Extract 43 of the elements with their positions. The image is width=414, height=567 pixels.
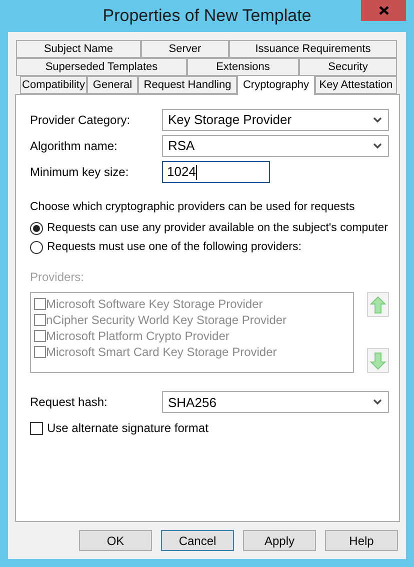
tab[interactable]: Key Attestation [315,76,397,94]
tab[interactable]: Server [141,40,229,58]
up-arrow-icon [370,296,386,314]
provider-label: Microsoft Platform Crypto Provider [46,328,230,346]
close-icon [378,6,388,15]
text-field[interactable]: 1024 [162,161,270,183]
tab[interactable]: Superseded Templates [16,58,187,76]
dropdown-field[interactable]: Key Storage Provider [162,109,389,131]
field-label: Provider Category: [30,112,132,129]
dropdown-field[interactable]: SHA256 [162,391,389,414]
checkbox-label: Use alternate signature format [47,420,208,438]
providers-label: Providers: [30,269,86,286]
down-arrow-icon [370,352,386,370]
dropdown-caret-icon [373,143,382,149]
tab[interactable]: Compatibility [20,76,87,94]
field-label: Request hash: [30,394,108,412]
window-title: Properties of New Template [102,5,312,28]
checkbox[interactable] [30,422,43,435]
radio-button[interactable] [30,222,43,235]
tab[interactable]: Request Handling [138,76,237,94]
radio-label: Requests can use any provider available on the subject's computer [47,220,388,236]
radio-button[interactable] [30,240,43,254]
tab[interactable]: General [87,76,138,94]
tab[interactable]: Subject Name [16,40,141,58]
dropdown-caret-icon [373,117,382,123]
tab[interactable]: Cryptography [237,75,315,95]
tab[interactable]: Security [299,58,397,76]
close-button[interactable] [361,0,406,21]
dialog-button[interactable]: Help [325,530,398,551]
provider-label: Microsoft Smart Card Key Storage Provider [46,344,277,362]
field-label: Algorithm name: [30,138,118,155]
provider-label: Microsoft Software Key Storage Provider [46,296,263,314]
tab[interactable]: Extensions [187,58,299,76]
dialog-button[interactable]: Apply [243,530,316,551]
tab[interactable]: Issuance Requirements [229,40,397,58]
dropdown-field[interactable]: RSA [162,135,389,157]
radio-label: Requests must use one of the following providers: [47,240,302,255]
dropdown-caret-icon [373,399,382,406]
dialog-button[interactable]: Cancel [161,530,234,551]
provider-label: nCipher Security World Key Storage Provider [46,312,287,330]
dialog-button[interactable]: OK [79,530,152,551]
field-label: Minimum key size: [30,164,130,181]
providers-prompt: Choose which cryptographic providers can be used for requests [30,200,356,215]
